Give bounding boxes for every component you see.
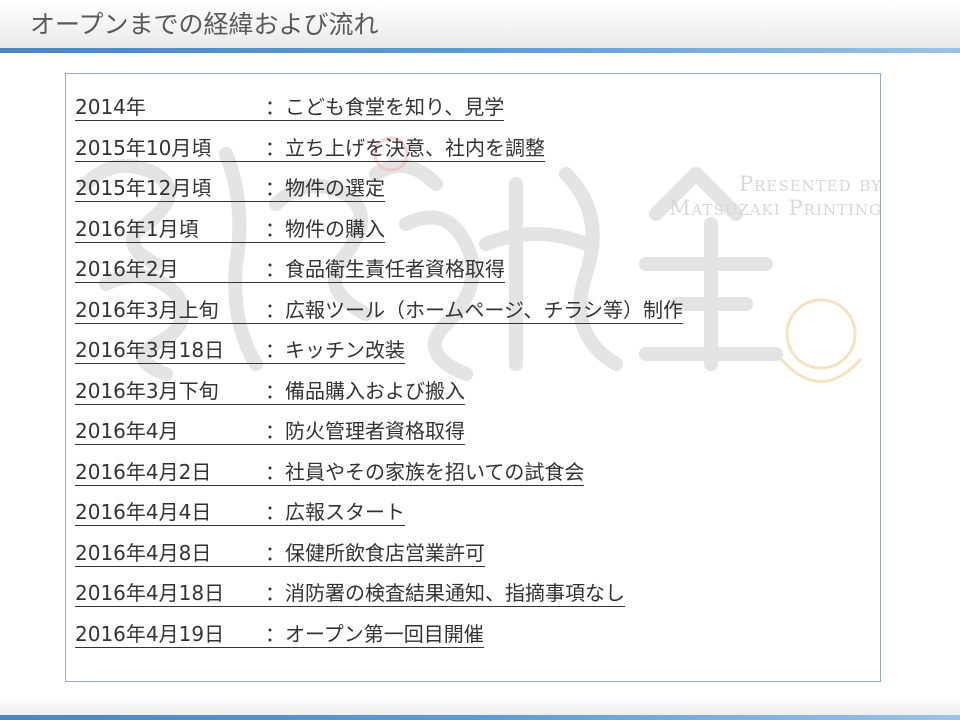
timeline-event: 広報スタート — [285, 500, 405, 524]
timeline-item: 2016年4月19日 ：オープン第一回目開催 — [75, 620, 683, 661]
timeline-event: 消防署の検査結果通知、指摘事項なし — [285, 581, 625, 605]
timeline-item: 2015年10月頃 ：立ち上げを決意、社内を調整 — [75, 134, 683, 175]
timeline-event: 広報ツール（ホームページ、チラシ等）制作 — [285, 297, 683, 322]
timeline-item: 2016年3月上旬 ：広報ツール（ホームページ、チラシ等）制作 — [75, 296, 683, 337]
timeline-date: 2015年10月頃 — [75, 135, 212, 160]
slide: オープンまでの経緯および流れ Presented by Matsuzaki Pr… — [0, 0, 960, 720]
timeline-item: 2016年4月2日 ：社員やその家族を招いての試食会 — [75, 458, 683, 499]
timeline-separator: ： — [265, 338, 285, 362]
timeline-separator: ： — [265, 459, 285, 484]
timeline-event: 社員やその家族を招いての試食会 — [285, 459, 585, 484]
timeline-item: 2016年3月下旬 ：備品購入および搬入 — [75, 377, 683, 418]
timeline-list: 2014年 ：こども食堂を知り、見学 2015年10月頃 ：立ち上げを決意、社内を調… — [75, 93, 683, 660]
timeline-date: 2016年2月 — [75, 257, 179, 281]
timeline-separator: ： — [265, 419, 285, 443]
timeline-date: 2015年12月頃 — [75, 176, 212, 200]
timeline-date: 2016年4月18日 — [75, 581, 225, 605]
timeline-separator: ： — [265, 581, 285, 605]
timeline-event: キッチン改装 — [285, 338, 405, 362]
timeline-separator: ： — [265, 216, 285, 241]
content-box: Presented by Matsuzaki Printing 2014年 ：こど… — [65, 73, 881, 682]
timeline-separator: ： — [265, 176, 285, 200]
timeline-separator: ： — [265, 135, 285, 160]
timeline-date: 2016年3月上旬 — [75, 297, 219, 322]
watermark-caption: Presented by Matsuzaki Printing — [668, 172, 881, 220]
timeline-separator: ： — [265, 500, 285, 524]
timeline-date: 2016年4月 — [75, 419, 179, 443]
timeline-event: 保健所飲食店営業許可 — [285, 540, 485, 565]
header-accent-rule — [0, 48, 960, 53]
timeline-event: 物件の購入 — [285, 216, 385, 241]
timeline-item: 2016年4月8日 ：保健所飲食店営業許可 — [75, 539, 683, 580]
timeline-date: 2016年4月19日 — [75, 621, 225, 646]
timeline-item: 2016年3月18日 ：キッチン改装 — [75, 336, 683, 377]
footer-accent-rule — [0, 715, 960, 720]
timeline-event: 物件の選定 — [285, 176, 385, 200]
timeline-date: 2016年4月8日 — [75, 540, 212, 565]
timeline-event: 備品購入および搬入 — [285, 378, 465, 403]
timeline-event: 食品衛生責任者資格取得 — [285, 257, 505, 281]
timeline-date: 2014年 — [75, 95, 146, 119]
timeline-separator: ： — [265, 540, 285, 565]
timeline-event: 防火管理者資格取得 — [285, 419, 465, 443]
timeline-date: 2016年1月頃 — [75, 216, 199, 241]
timeline-event: オープン第一回目開催 — [285, 621, 484, 646]
timeline-item: 2016年4月 ：防火管理者資格取得 — [75, 417, 683, 458]
timeline-item: 2014年 ：こども食堂を知り、見学 — [75, 93, 683, 134]
timeline-date: 2016年3月18日 — [75, 338, 225, 362]
watermark-line-1: Presented by — [738, 172, 881, 196]
page-title: オープンまでの経緯および流れ — [30, 10, 379, 39]
timeline-separator: ： — [265, 95, 285, 119]
timeline-separator: ： — [265, 378, 285, 403]
watermark-line-2: Matsuzaki Printing — [668, 196, 881, 220]
timeline-date: 2016年3月下旬 — [75, 378, 219, 403]
timeline-item: 2015年12月頃 ：物件の選定 — [75, 174, 683, 215]
timeline-separator: ： — [265, 621, 285, 646]
timeline-event: こども食堂を知り、見学 — [285, 95, 505, 119]
timeline-item: 2016年4月4日 ：広報スタート — [75, 498, 683, 539]
timeline-date: 2016年4月4日 — [75, 500, 212, 524]
footer-band — [0, 696, 960, 715]
timeline-date: 2016年4月2日 — [75, 459, 212, 484]
timeline-item: 2016年1月頃 ：物件の購入 — [75, 215, 683, 256]
timeline-separator: ： — [265, 257, 285, 281]
timeline-item: 2016年2月 ：食品衛生責任者資格取得 — [75, 255, 683, 296]
timeline-item: 2016年4月18日 ：消防署の検査結果通知、指摘事項なし — [75, 579, 683, 620]
timeline-separator: ： — [265, 297, 285, 322]
timeline-event: 立ち上げを決意、社内を調整 — [285, 135, 545, 160]
